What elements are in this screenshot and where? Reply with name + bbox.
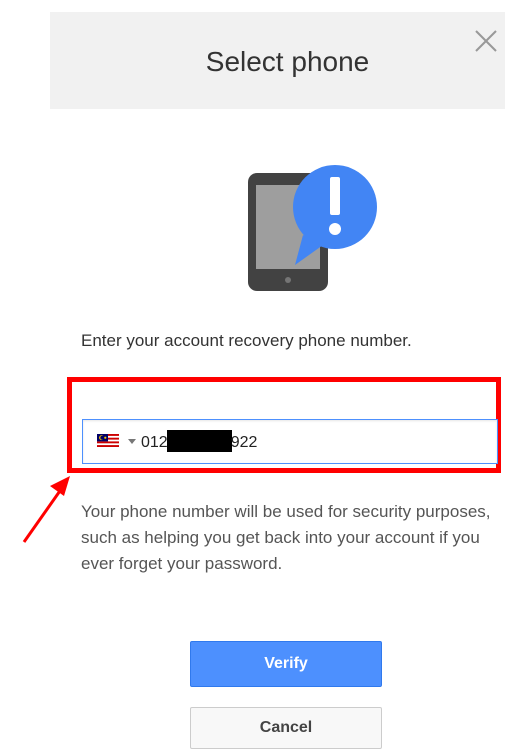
close-icon[interactable] [471,26,501,56]
phone-alert-icon [245,163,379,295]
select-phone-dialog: Select phone Enter your account recovery… [0,0,505,749]
phone-number-prefix: 012 [141,434,168,451]
country-dropdown-caret-icon[interactable] [128,439,136,444]
phone-number-suffix: 922 [230,434,258,451]
cancel-button[interactable]: Cancel [190,707,382,749]
verify-button[interactable]: Verify [190,641,382,687]
phone-number-input[interactable]: 012 922 [82,419,498,464]
phone-number-value[interactable]: 012 922 [141,420,257,463]
dialog-header: Select phone [50,12,505,109]
malaysia-flag-icon[interactable] [97,434,119,447]
redaction-block [166,430,232,452]
helper-text: Your phone number will be used for secur… [81,502,491,573]
instruction-text: Enter your account recovery phone number… [81,331,412,350]
dialog-title: Select phone [205,46,370,77]
annotation-arrow-icon [20,474,76,546]
